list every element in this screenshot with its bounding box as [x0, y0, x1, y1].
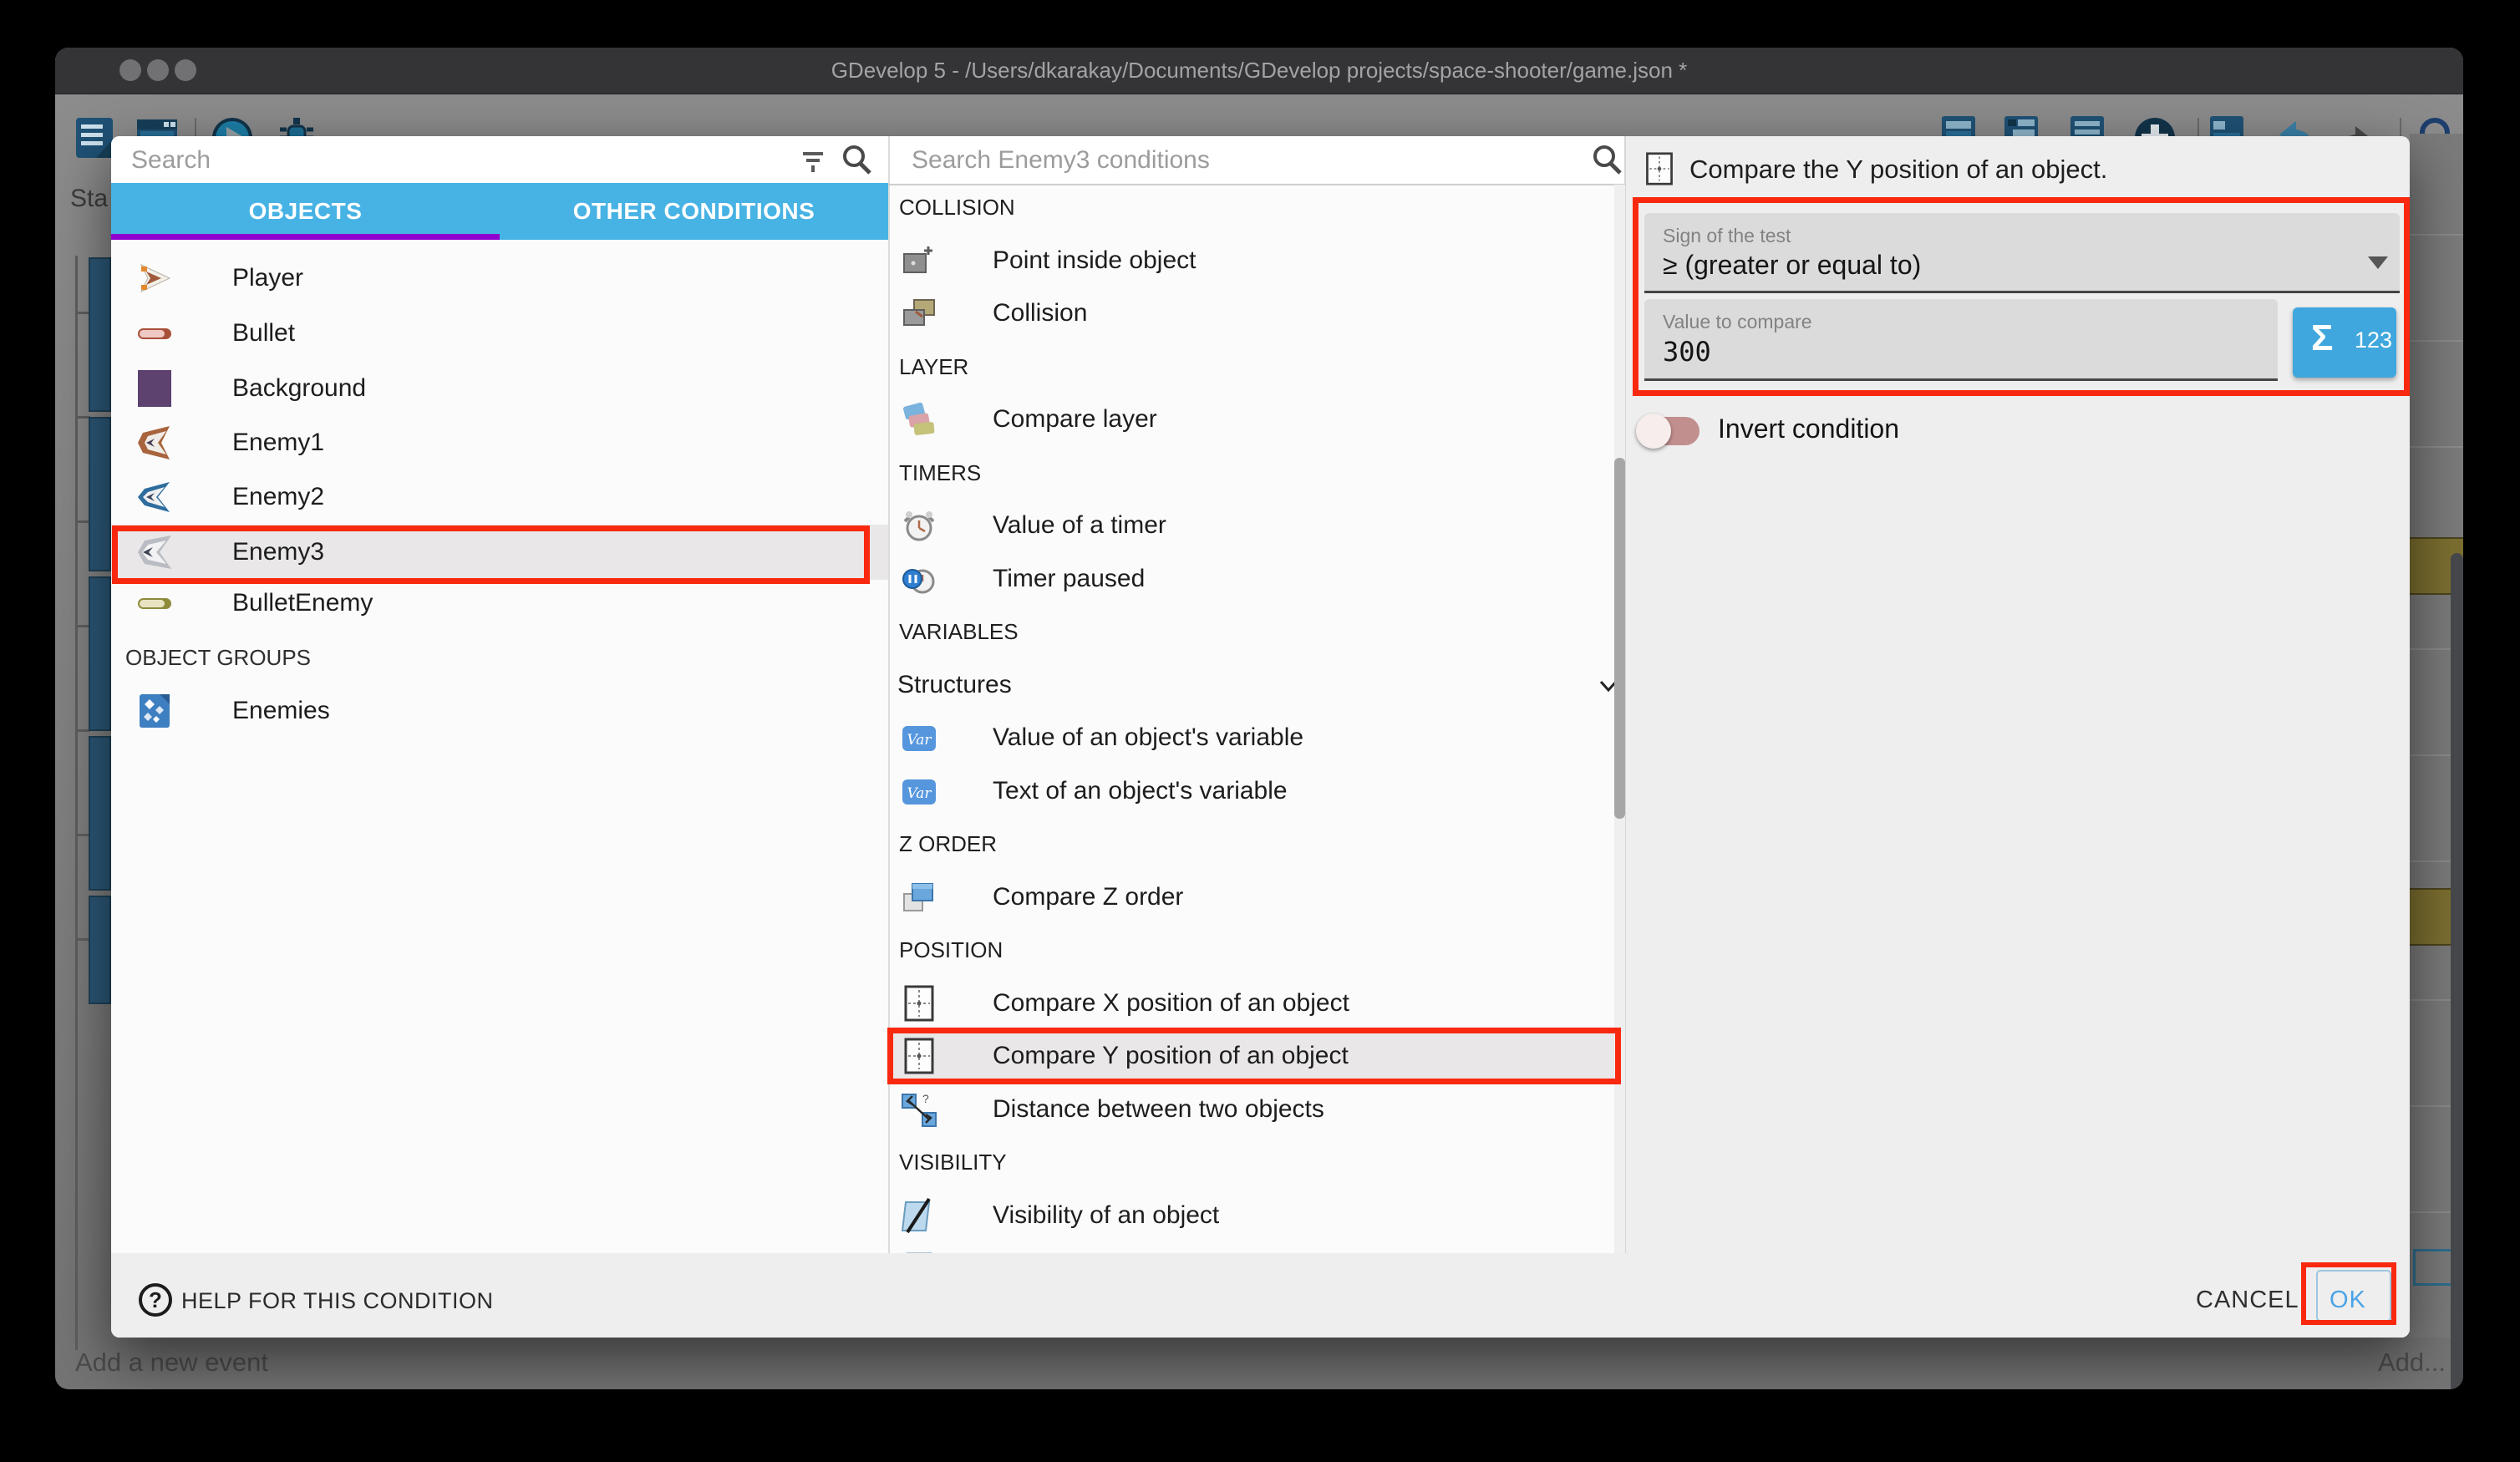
- enemy2-object-icon: [136, 479, 173, 515]
- background-object-icon: [136, 370, 173, 407]
- help-for-condition-link[interactable]: HELP FOR THIS CONDITION: [181, 1288, 494, 1314]
- conditions-search-row: [890, 136, 1624, 183]
- section-variables: VARIABLES: [899, 605, 1618, 658]
- section-timers: TIMERS: [899, 446, 1618, 500]
- condition-value-of-timer[interactable]: Value of a timer: [890, 499, 1624, 552]
- events-tree-line: [75, 256, 78, 1350]
- object-row-enemy1[interactable]: Enemy1: [111, 415, 888, 470]
- events-sheet-right-edge: [2410, 134, 2463, 1338]
- invert-condition-toggle-thumb[interactable]: [1636, 414, 1671, 449]
- condition-collision[interactable]: Collision: [890, 287, 1624, 340]
- condition-title: Compare the Y position of an object.: [1689, 155, 2107, 185]
- enemy1-object-icon: [136, 424, 173, 461]
- condition-compare-layer[interactable]: Compare layer: [890, 393, 1624, 446]
- conditions-search-divider: [888, 184, 1626, 185]
- group-row-enemies[interactable]: Enemies: [111, 683, 888, 739]
- add-short-link[interactable]: Add...: [2378, 1348, 2446, 1378]
- visibility-icon: [901, 1197, 937, 1234]
- event-cell: [89, 736, 111, 891]
- cancel-button[interactable]: CANCEL: [2196, 1287, 2299, 1314]
- object-row-enemy2[interactable]: Enemy2: [111, 470, 888, 525]
- window-title: GDevelop 5 - /Users/dkarakay/Documents/G…: [55, 48, 2463, 94]
- svg-text:?: ?: [922, 1092, 929, 1105]
- svg-text:Var: Var: [907, 785, 932, 802]
- event-cell: [89, 417, 111, 571]
- point-inside-object-icon: [901, 242, 937, 279]
- annotation-parameters: [1633, 197, 2410, 396]
- objects-panel: OBJECTS OTHER CONDITIONS Player Bullet B…: [111, 136, 888, 1253]
- section-z-order: Z ORDER: [899, 817, 1618, 871]
- invert-condition-label: Invert condition: [1718, 414, 1899, 444]
- condition-text-object-variable[interactable]: Var Text of an object's variable: [890, 764, 1624, 818]
- condition-partial-row: [890, 1242, 1624, 1253]
- conditions-search-input[interactable]: [910, 141, 1464, 180]
- help-icon[interactable]: ?: [139, 1283, 172, 1317]
- compare-x-position-icon: [901, 985, 937, 1022]
- search-icon[interactable]: [840, 143, 873, 176]
- condition-timer-paused[interactable]: Timer paused: [890, 552, 1624, 606]
- event-cell: [89, 576, 111, 731]
- annotation-enemy3: [112, 525, 870, 584]
- event-cell: [89, 896, 111, 1004]
- compare-z-order-icon: [901, 879, 937, 916]
- bulletenemy-object-icon: [136, 585, 173, 622]
- objects-search-row: [111, 136, 888, 183]
- distance-between-objects-icon: ?: [901, 1091, 937, 1128]
- tab-other-conditions[interactable]: OTHER CONDITIONS: [500, 183, 888, 240]
- section-collision: COLLISION: [899, 180, 1618, 234]
- filter-icon[interactable]: [798, 146, 828, 176]
- search-icon[interactable]: [1590, 143, 1623, 176]
- var-icon: Var: [901, 773, 937, 810]
- object-row-bullet[interactable]: Bullet: [111, 306, 888, 361]
- screen: GDevelop 5 - /Users/dkarakay/Documents/G…: [0, 0, 2520, 1462]
- conditions-panel: COLLISION Point inside object Collision …: [888, 136, 1626, 1253]
- condition-compare-z-order[interactable]: Compare Z order: [890, 871, 1624, 924]
- bullet-object-icon: [136, 315, 173, 352]
- compare-y-position-icon: [1643, 152, 1676, 185]
- condition-point-inside-object[interactable]: Point inside object: [890, 234, 1624, 287]
- condition-compare-x-position[interactable]: Compare X position of an object: [890, 977, 1624, 1030]
- object-row-background[interactable]: Background: [111, 361, 888, 416]
- svg-text:Var: Var: [907, 732, 932, 749]
- objects-search-input[interactable]: [130, 141, 677, 180]
- object-groups-header: OBJECT GROUPS: [125, 630, 877, 685]
- object-row-player[interactable]: Player: [111, 251, 888, 306]
- dialog-footer: ? HELP FOR THIS CONDITION CANCEL OK: [111, 1253, 2410, 1338]
- section-visibility: VISIBILITY: [899, 1135, 1618, 1189]
- titlebar: GDevelop 5 - /Users/dkarakay/Documents/G…: [55, 48, 2463, 94]
- timer-icon: [901, 507, 937, 544]
- tab-objects[interactable]: OBJECTS: [111, 183, 500, 240]
- compare-layer-icon: [901, 401, 937, 438]
- scene-tab-partial-label: Sta: [70, 185, 108, 213]
- conditions-scrollbar-thumb[interactable]: [1614, 458, 1625, 819]
- player-object-icon: [136, 260, 173, 297]
- section-layer: LAYER: [899, 340, 1618, 393]
- condition-value-object-variable[interactable]: Var Value of an object's variable: [890, 711, 1624, 764]
- event-cell: [89, 257, 111, 412]
- var-icon: Var: [901, 719, 937, 756]
- condition-distance-between-objects[interactable]: ? Distance between two objects: [890, 1083, 1624, 1136]
- timer-paused-icon: [901, 561, 937, 597]
- section-position: POSITION: [899, 923, 1618, 977]
- active-tab-underline: [111, 234, 500, 240]
- annotation-ok: [2301, 1262, 2396, 1325]
- enemies-group-icon: [136, 693, 173, 729]
- condition-visibility-of-object[interactable]: Visibility of an object: [890, 1189, 1624, 1242]
- structures-expander[interactable]: Structures: [890, 658, 1624, 712]
- objects-tabbar: OBJECTS OTHER CONDITIONS: [111, 183, 888, 240]
- events-scrollbar[interactable]: [2451, 553, 2463, 1389]
- add-new-event-link[interactable]: Add a new event: [75, 1348, 268, 1378]
- collision-icon: [901, 295, 937, 332]
- events-sheet-left-edge: Sta: [55, 94, 111, 1389]
- annotation-compare-y: [887, 1028, 1621, 1084]
